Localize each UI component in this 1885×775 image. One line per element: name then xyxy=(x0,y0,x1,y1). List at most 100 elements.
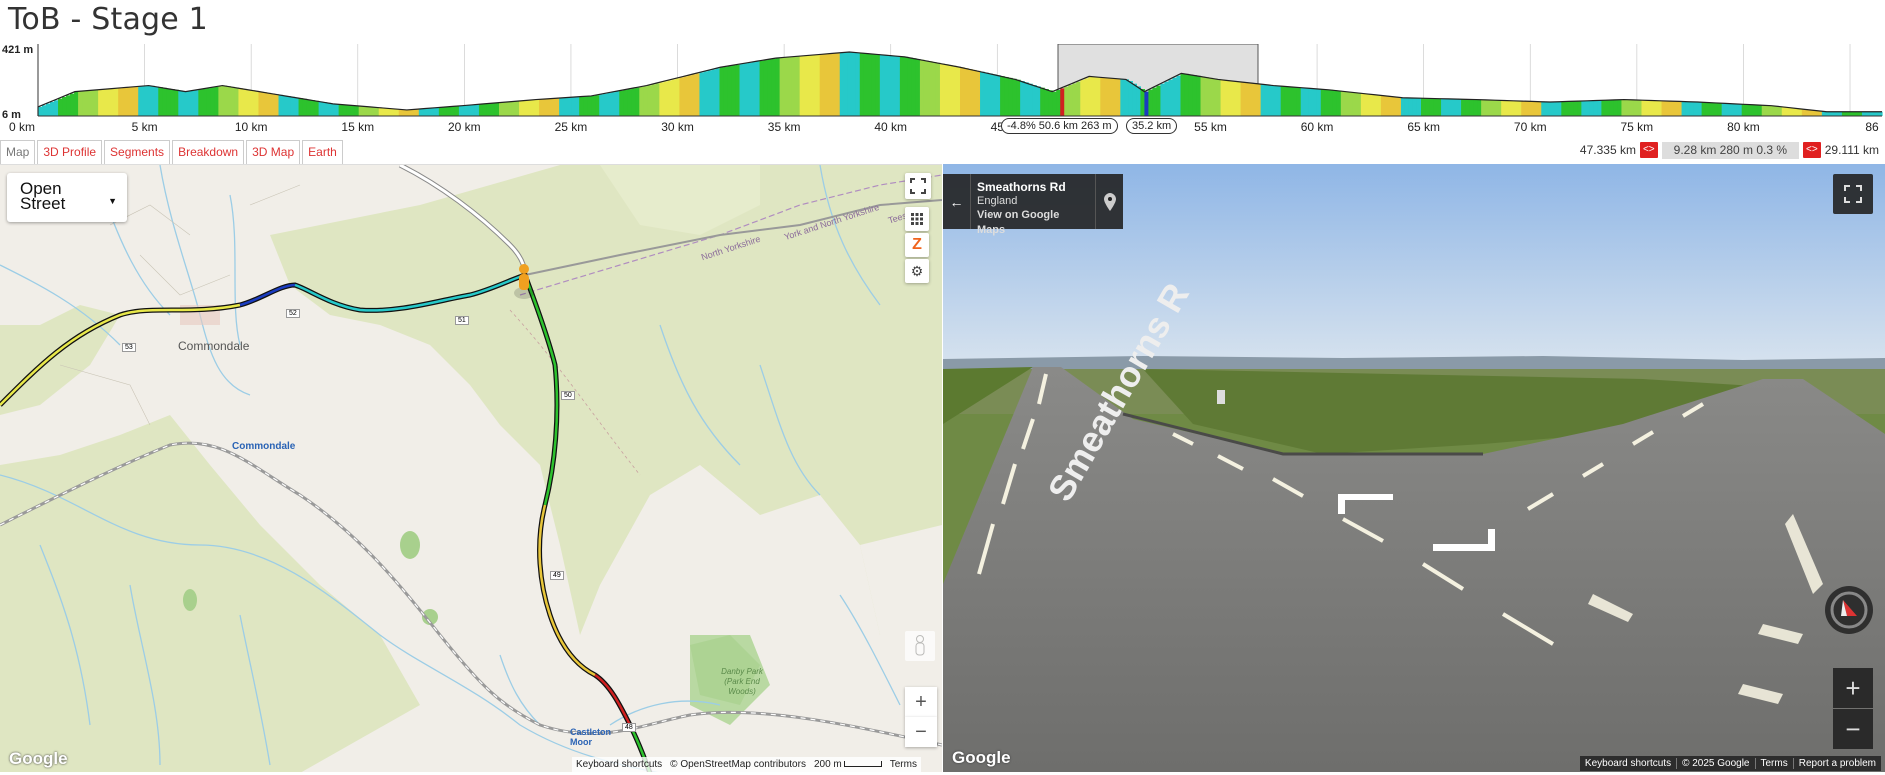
next-segment-button[interactable]: <> xyxy=(1803,142,1821,158)
elevation-bar xyxy=(1641,100,1647,116)
tab-3d-map[interactable]: 3D Map xyxy=(246,140,301,164)
map-zoom-out-button[interactable]: − xyxy=(905,717,937,747)
zigzag-icon: Z xyxy=(912,236,922,253)
streetview-panel[interactable]: Smeathorns R ← Smeathorns Rd England Vie… xyxy=(943,164,1885,772)
elevation-bar xyxy=(1769,105,1775,116)
elevation-bar xyxy=(1268,85,1274,116)
elevation-bar xyxy=(1625,99,1631,116)
x-tick-label: 60 km xyxy=(1300,120,1334,134)
streetview-fullscreen-button[interactable] xyxy=(1833,174,1873,214)
elevation-bar xyxy=(1697,102,1703,116)
elevation-bar xyxy=(1481,99,1486,116)
elevation-bar xyxy=(619,90,624,116)
elevation-bar xyxy=(1665,100,1671,116)
elevation-bar xyxy=(158,87,163,116)
elevation-bar xyxy=(234,87,240,116)
elevation-bar xyxy=(362,106,368,116)
elevation-bar xyxy=(1741,104,1747,116)
osm-attribution[interactable]: © OpenStreetMap contributors xyxy=(670,759,806,770)
elevation-bar xyxy=(1781,106,1787,116)
elevation-bar xyxy=(839,52,845,116)
elevation-bar xyxy=(1789,107,1795,116)
route-marker: 51 xyxy=(455,316,469,325)
place-label-commondale-station: Commondale xyxy=(232,441,296,452)
elevation-bar xyxy=(743,63,749,116)
elevation-bar xyxy=(1873,111,1879,116)
streetview-back-button[interactable]: ← xyxy=(943,174,971,229)
elevation-bar xyxy=(763,60,769,116)
elevation-bar xyxy=(130,87,135,116)
streetview-compass[interactable] xyxy=(1825,586,1873,634)
elevation-bar xyxy=(1861,111,1867,116)
elevation-bar xyxy=(927,61,933,116)
map-layer-select[interactable]: Open Street ▼ xyxy=(7,173,127,222)
tab-segments[interactable]: Segments xyxy=(104,140,171,164)
terms-link[interactable]: Terms xyxy=(1754,758,1793,769)
tab-map[interactable]: Map xyxy=(0,140,36,164)
elevation-bar xyxy=(1340,91,1346,116)
prev-segment-button[interactable]: <> xyxy=(1639,142,1658,158)
elevation-bar xyxy=(150,85,155,116)
elevation-bar xyxy=(1172,77,1178,116)
x-tick-label: 10 km xyxy=(234,120,268,134)
elevation-bar xyxy=(438,107,444,116)
streetview-pegman-button[interactable] xyxy=(905,631,935,661)
map-panel[interactable]: Commondale Commondale Castleton Moor Dan… xyxy=(0,164,942,772)
tab-breakdown[interactable]: Breakdown xyxy=(172,140,245,164)
elevation-bar xyxy=(551,98,556,116)
elevation-bar xyxy=(50,101,55,116)
elevation-bar xyxy=(1757,105,1763,116)
elevation-bar xyxy=(190,90,195,116)
elevation-bar xyxy=(635,87,640,116)
tab-earth[interactable]: Earth xyxy=(302,140,343,164)
elevation-bar xyxy=(1473,99,1478,116)
elevation-bar xyxy=(507,101,512,116)
tab-3d-profile[interactable]: 3D Profile xyxy=(37,140,103,164)
elevation-bar xyxy=(322,102,328,116)
elevation-bar xyxy=(1613,99,1619,116)
map-fullscreen-button[interactable] xyxy=(905,173,931,199)
elevation-bar xyxy=(1012,78,1017,116)
view-on-google-maps-link[interactable]: View on Google Maps xyxy=(977,208,1089,238)
elevation-chart[interactable] xyxy=(0,44,1885,138)
elevation-bar xyxy=(230,86,236,116)
elevation-bar xyxy=(615,91,620,116)
map-attribution: Keyboard shortcuts © OpenStreetMap contr… xyxy=(572,757,921,772)
elevation-bar xyxy=(358,105,364,116)
elevation-profile[interactable]: 421 m 6 m 0 km 5 km 10 km 15 km 20 km 25 km 30… xyxy=(0,44,1885,138)
elevation-bar xyxy=(406,109,412,116)
elevation-bar xyxy=(1064,86,1069,116)
elevation-bar xyxy=(142,86,147,116)
report-problem-link[interactable]: Report a problem xyxy=(1792,758,1881,769)
elevation-bar xyxy=(1228,80,1234,116)
elevation-bar xyxy=(947,64,953,116)
map-settings-button[interactable]: ⚙ xyxy=(905,259,929,283)
streetview-image[interactable]: Smeathorns R xyxy=(943,164,1885,772)
elevation-bar xyxy=(1577,101,1582,116)
elevation-bar xyxy=(1601,100,1606,116)
elevation-bar xyxy=(278,94,284,116)
map-strava-button[interactable]: Z xyxy=(905,233,929,257)
map-canvas[interactable] xyxy=(0,165,942,772)
elevation-bar xyxy=(62,96,67,116)
place-label-castleton-moor: Castleton Moor xyxy=(570,727,612,747)
elevation-bar xyxy=(847,52,853,116)
map-zoom-in-button[interactable]: + xyxy=(905,687,937,717)
map-terms-link[interactable]: Terms xyxy=(890,759,917,770)
keyboard-shortcuts-link[interactable]: Keyboard shortcuts xyxy=(1580,758,1676,769)
elevation-bar xyxy=(643,86,648,116)
streetview-pin-button[interactable] xyxy=(1095,174,1123,229)
elevation-bar xyxy=(755,61,761,116)
elevation-bar xyxy=(1380,95,1386,116)
elevation-bar xyxy=(1777,106,1783,116)
streetview-zoom-in-button[interactable]: + xyxy=(1833,668,1873,708)
map-grid-button[interactable] xyxy=(905,207,929,231)
elevation-bar xyxy=(519,100,524,116)
streetview-zoom-out-button[interactable]: − xyxy=(1833,709,1873,749)
elevation-bar xyxy=(1204,77,1210,116)
keyboard-shortcuts-link[interactable]: Keyboard shortcuts xyxy=(576,759,662,770)
elevation-bar xyxy=(996,75,1001,116)
elevation-bar xyxy=(711,69,717,116)
elevation-bar xyxy=(490,103,496,116)
elevation-bar xyxy=(306,99,312,116)
